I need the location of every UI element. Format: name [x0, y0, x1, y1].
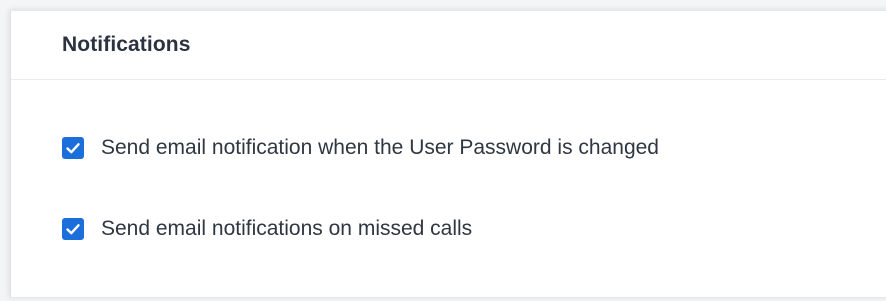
panel-header: Notifications	[11, 11, 886, 80]
password-change-notification-checkbox[interactable]	[62, 137, 84, 159]
missed-calls-notification-option[interactable]: Send email notifications on missed calls	[62, 217, 472, 241]
password-change-notification-option[interactable]: Send email notification when the User Pa…	[62, 136, 659, 160]
page: Notifications Send email notification wh…	[0, 0, 886, 301]
password-change-notification-label: Send email notification when the User Pa…	[101, 136, 659, 159]
section-title: Notifications	[62, 33, 191, 56]
missed-calls-notification-checkbox[interactable]	[62, 218, 84, 240]
check-icon	[66, 143, 80, 154]
check-icon	[66, 224, 80, 235]
missed-calls-notification-label: Send email notifications on missed calls	[101, 217, 473, 240]
notifications-panel: Notifications Send email notification wh…	[10, 10, 886, 298]
